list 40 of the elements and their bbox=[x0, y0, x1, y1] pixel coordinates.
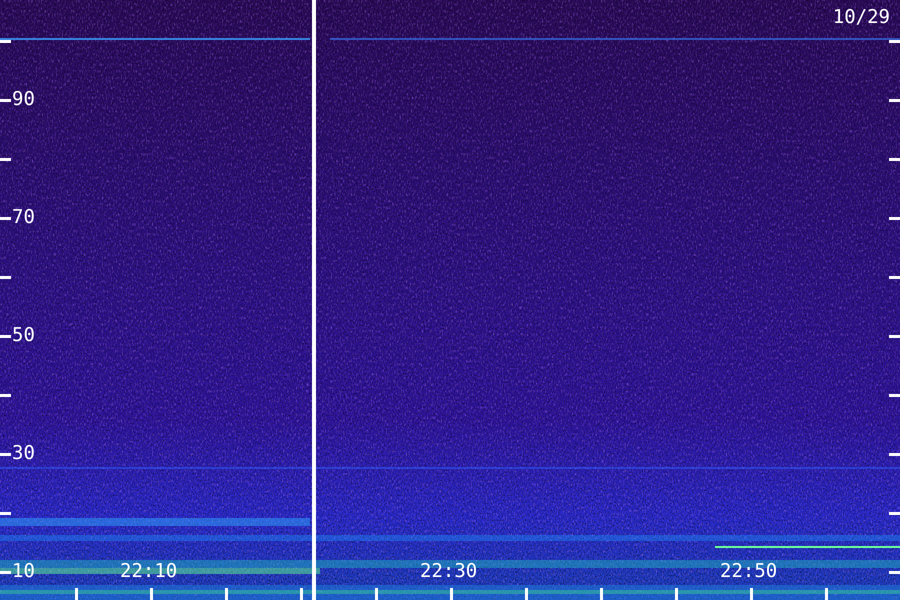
tick-mark bbox=[600, 588, 603, 600]
tick-mark bbox=[0, 571, 11, 574]
tick-mark bbox=[75, 588, 78, 600]
x-axis-label: 22:10 bbox=[120, 560, 178, 582]
tick-mark bbox=[0, 453, 11, 456]
tick-mark bbox=[525, 588, 528, 600]
tick-mark bbox=[889, 453, 900, 456]
tick-mark bbox=[0, 394, 11, 397]
y-axis-label: 70 bbox=[12, 206, 35, 228]
tick-mark bbox=[889, 335, 900, 338]
date-label: 10/29 bbox=[832, 6, 890, 28]
y-axis-label: 90 bbox=[12, 88, 35, 110]
tick-mark bbox=[889, 158, 900, 161]
y-axis-label: 50 bbox=[12, 324, 35, 346]
tick-mark bbox=[889, 40, 900, 43]
tick-mark bbox=[225, 588, 228, 600]
tick-mark bbox=[889, 276, 900, 279]
tick-mark bbox=[300, 588, 303, 600]
tick-mark bbox=[0, 217, 11, 220]
tick-mark bbox=[0, 99, 11, 102]
y-axis-label: 10 bbox=[12, 560, 35, 582]
tick-mark bbox=[889, 512, 900, 515]
x-axis-label: 22:50 bbox=[720, 560, 778, 582]
tick-mark bbox=[675, 588, 678, 600]
tick-mark bbox=[0, 512, 11, 515]
tick-mark bbox=[0, 335, 11, 338]
tick-mark bbox=[750, 588, 753, 600]
tick-mark bbox=[150, 588, 153, 600]
tick-mark bbox=[450, 588, 453, 600]
tick-mark bbox=[0, 276, 11, 279]
tick-mark bbox=[0, 40, 11, 43]
tick-mark bbox=[889, 394, 900, 397]
tick-mark bbox=[375, 588, 378, 600]
tick-mark bbox=[889, 217, 900, 220]
tick-mark bbox=[889, 99, 900, 102]
tick-mark bbox=[889, 571, 900, 574]
tick-mark bbox=[825, 588, 828, 600]
x-axis-label: 22:30 bbox=[420, 560, 478, 582]
tick-mark bbox=[0, 158, 11, 161]
y-axis-label: 30 bbox=[12, 442, 35, 464]
